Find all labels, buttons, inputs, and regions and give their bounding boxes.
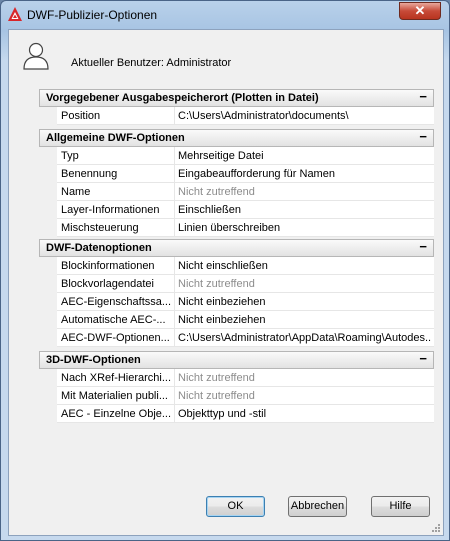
column-divider	[174, 219, 175, 237]
property-value: Nicht zutreffend	[178, 278, 255, 290]
property-row[interactable]: Blockvorlagendatei Nicht zutreffend	[57, 275, 434, 293]
property-name: Typ	[61, 150, 79, 162]
property-value[interactable]: Eingabeaufforderung für Namen	[178, 168, 432, 180]
autocad-logo-icon	[8, 7, 22, 21]
property-row[interactable]: Automatische AEC-... Nicht einbeziehen	[57, 311, 434, 329]
property-name: Blockinformationen	[61, 260, 155, 272]
close-button[interactable]: ✕	[399, 2, 441, 20]
ok-button[interactable]: OK	[206, 496, 265, 517]
title-bar[interactable]: DWF-Publizier-Optionen ✕	[1, 1, 449, 29]
property-name: Nach XRef-Hierarchi...	[61, 372, 172, 384]
category-title: 3D-DWF-Optionen	[46, 354, 141, 366]
property-row[interactable]: Name Nicht zutreffend	[57, 183, 434, 201]
property-name: Blockvorlagendatei	[61, 278, 154, 290]
property-name: AEC-DWF-Optionen...	[61, 332, 170, 344]
column-divider	[174, 165, 175, 183]
category-header[interactable]: DWF-Datenoptionen −	[39, 239, 434, 257]
property-name: Benennung	[61, 168, 118, 180]
property-value[interactable]: Linien überschreiben	[178, 222, 432, 234]
collapse-icon[interactable]: −	[419, 89, 427, 104]
column-divider	[174, 369, 175, 387]
dialog-client-area: Aktueller Benutzer: Administrator Vorgeg…	[8, 29, 444, 536]
property-name: AEC-Eigenschaftssa...	[61, 296, 172, 308]
property-row[interactable]: AEC-Eigenschaftssa... Nicht einbeziehen	[57, 293, 434, 311]
property-row[interactable]: Mischsteuerung Linien überschreiben	[57, 219, 434, 237]
user-icon	[23, 42, 49, 70]
column-divider	[174, 147, 175, 165]
property-grid: Vorgegebener Ausgabespeicherort (Plotten…	[39, 89, 437, 461]
property-row[interactable]: Nach XRef-Hierarchi... Nicht zutreffend	[57, 369, 434, 387]
property-name: Mischsteuerung	[61, 222, 139, 234]
property-name: Automatische AEC-...	[61, 314, 166, 326]
property-row[interactable]: Mit Materialien publi... Nicht zutreffend	[57, 387, 434, 405]
column-divider	[174, 275, 175, 293]
property-value: Nicht zutreffend	[178, 390, 255, 402]
category-title: Vorgegebener Ausgabespeicherort (Plotten…	[46, 92, 319, 104]
category-header[interactable]: 3D-DWF-Optionen −	[39, 351, 434, 369]
category-header[interactable]: Allgemeine DWF-Optionen −	[39, 129, 434, 147]
property-row[interactable]: AEC-DWF-Optionen... C:\Users\Administrato…	[57, 329, 434, 347]
property-value[interactable]: Nicht einschließen	[178, 260, 432, 272]
category-title: Allgemeine DWF-Optionen	[46, 132, 185, 144]
property-value[interactable]: Einschließen	[178, 204, 432, 216]
column-divider	[174, 107, 175, 125]
property-value[interactable]: Nicht einbeziehen	[178, 296, 432, 308]
column-divider	[174, 405, 175, 423]
category-title: DWF-Datenoptionen	[46, 242, 152, 254]
current-user-label: Aktueller Benutzer: Administrator	[71, 57, 232, 69]
category-header[interactable]: Vorgegebener Ausgabespeicherort (Plotten…	[39, 89, 434, 107]
column-divider	[174, 257, 175, 275]
column-divider	[174, 293, 175, 311]
window-title: DWF-Publizier-Optionen	[27, 8, 158, 22]
help-button[interactable]: Hilfe	[371, 496, 430, 517]
collapse-icon[interactable]: −	[419, 351, 427, 366]
property-name: Mit Materialien publi...	[61, 390, 168, 402]
property-value[interactable]: Mehrseitige Datei	[178, 150, 432, 162]
dialog-window: DWF-Publizier-Optionen ✕ Aktueller Benut…	[0, 0, 450, 541]
resize-grip-icon[interactable]	[431, 523, 441, 533]
property-name: Name	[61, 186, 91, 198]
property-value[interactable]: Nicht einbeziehen	[178, 314, 432, 326]
collapse-icon[interactable]: −	[419, 129, 427, 144]
column-divider	[174, 329, 175, 347]
property-name: Position	[61, 110, 101, 122]
property-row[interactable]: AEC - Einzelne Obje... Objekttyp und -sti…	[57, 405, 434, 423]
property-row[interactable]: Position C:\Users\Administrator\documents…	[57, 107, 434, 125]
property-value[interactable]: C:\Users\Administrator\documents\	[178, 110, 432, 122]
property-row[interactable]: Layer-Informationen Einschließen	[57, 201, 434, 219]
property-row[interactable]: Typ Mehrseitige Datei	[57, 147, 434, 165]
property-name: Layer-Informationen	[61, 204, 160, 216]
property-row[interactable]: Blockinformationen Nicht einschließen	[57, 257, 434, 275]
column-divider	[174, 183, 175, 201]
close-icon: ✕	[414, 3, 426, 18]
column-divider	[174, 387, 175, 405]
property-value: Nicht zutreffend	[178, 372, 255, 384]
property-name: AEC - Einzelne Obje...	[61, 408, 172, 420]
column-divider	[174, 311, 175, 329]
collapse-icon[interactable]: −	[419, 239, 427, 254]
cancel-button[interactable]: Abbrechen	[288, 496, 347, 517]
property-value[interactable]: C:\Users\Administrator\AppData\Roaming\A…	[178, 332, 432, 344]
property-value: Nicht zutreffend	[178, 186, 255, 198]
property-value[interactable]: Objekttyp und -stil	[178, 408, 432, 420]
column-divider	[174, 201, 175, 219]
property-row[interactable]: Benennung Eingabeaufforderung für Namen	[57, 165, 434, 183]
